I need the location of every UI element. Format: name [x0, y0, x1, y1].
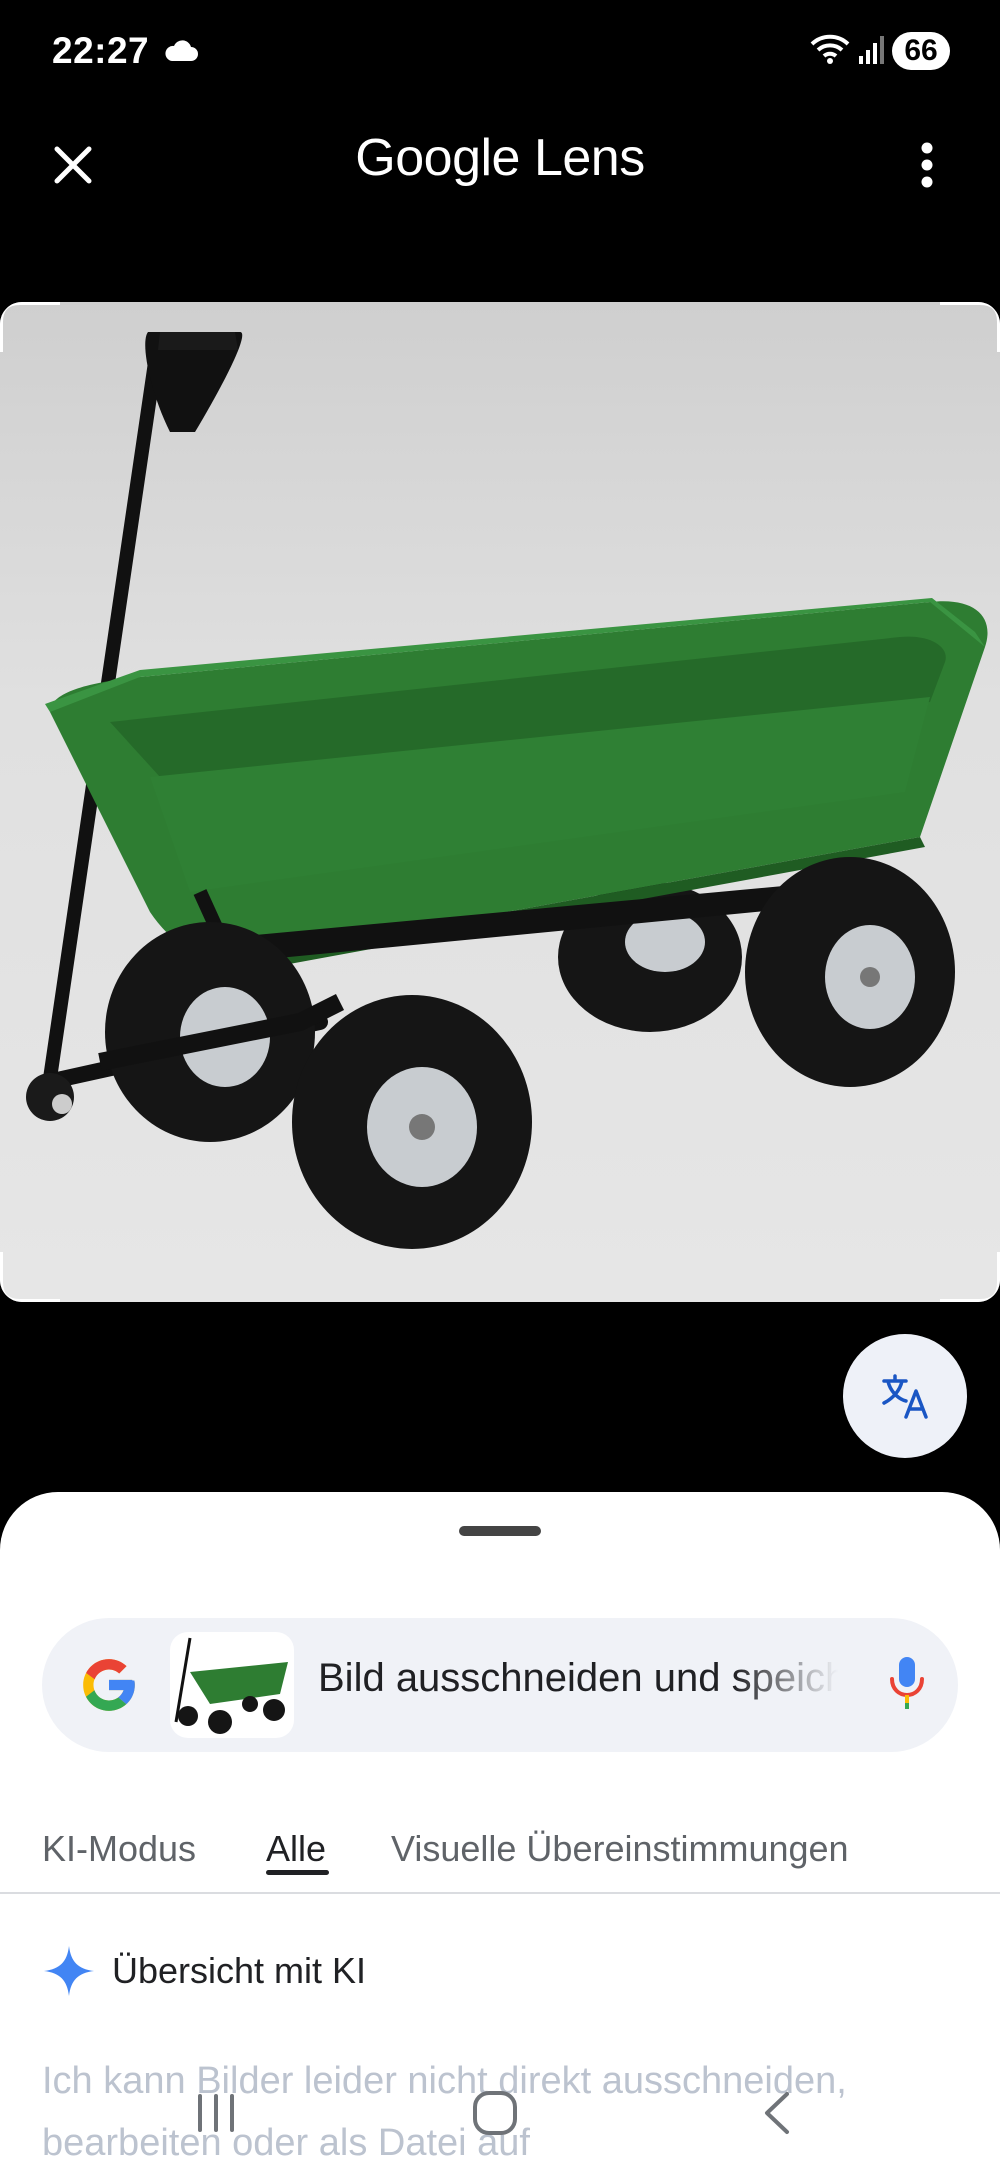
crop-corner-tr[interactable] [940, 302, 1000, 352]
translate-button[interactable] [843, 1334, 967, 1458]
active-tab-indicator [266, 1870, 329, 1875]
search-bar[interactable]: Bild ausschneiden und speichern [42, 1618, 958, 1752]
status-bar: 22:27 66 [0, 0, 1000, 110]
mic-icon [890, 1657, 924, 1709]
cloud-icon [163, 40, 199, 67]
ai-overview-title: Übersicht mit KI [112, 1950, 367, 1991]
translate-icon [882, 1374, 928, 1419]
wifi-icon [810, 33, 850, 70]
image-thumbnail[interactable] [170, 1632, 294, 1738]
recents-button[interactable] [176, 2078, 256, 2148]
crop-corner-bl[interactable] [0, 1252, 60, 1302]
home-button[interactable] [455, 2078, 535, 2148]
garden-cart-image [0, 302, 1000, 1302]
crop-corner-tl[interactable] [0, 302, 60, 352]
status-time: 22:27 [52, 30, 150, 71]
signal-icon [858, 34, 884, 69]
app-bar: Google Lens [0, 110, 1000, 310]
voice-search-button[interactable] [872, 1648, 942, 1718]
back-button[interactable] [736, 2078, 816, 2148]
google-g-icon [78, 1654, 140, 1721]
battery-icon: 66 [892, 32, 950, 70]
result-tabs: KI-Modus Alle Visuelle Übereinstimmungen [0, 1810, 1000, 1894]
search-query[interactable]: Bild ausschneiden und speichern [318, 1656, 838, 1701]
more-options-button[interactable] [894, 132, 960, 198]
sparkle-icon [44, 1946, 94, 1996]
app-title-brand: Google [355, 129, 520, 187]
ai-overview-header[interactable]: Übersicht mit KI [42, 1944, 366, 1998]
back-icon [765, 2092, 789, 2134]
tab-visuelle-uebereinstimmungen[interactable]: Visuelle Übereinstimmungen [391, 1828, 849, 1870]
home-icon [473, 2091, 517, 2135]
recents-icon [198, 2094, 234, 2132]
system-nav-bar [0, 2060, 1000, 2167]
app-title-product: Lens [533, 129, 645, 187]
app-title: Google Lens [0, 128, 1000, 188]
tab-alle[interactable]: Alle [266, 1828, 326, 1870]
sheet-drag-handle[interactable] [459, 1526, 541, 1536]
crop-corner-br[interactable] [940, 1252, 1000, 1302]
more-vert-icon [921, 142, 933, 188]
status-right: 66 [810, 32, 950, 70]
tab-ki-modus[interactable]: KI-Modus [42, 1828, 196, 1870]
searched-image[interactable] [0, 302, 1000, 1302]
